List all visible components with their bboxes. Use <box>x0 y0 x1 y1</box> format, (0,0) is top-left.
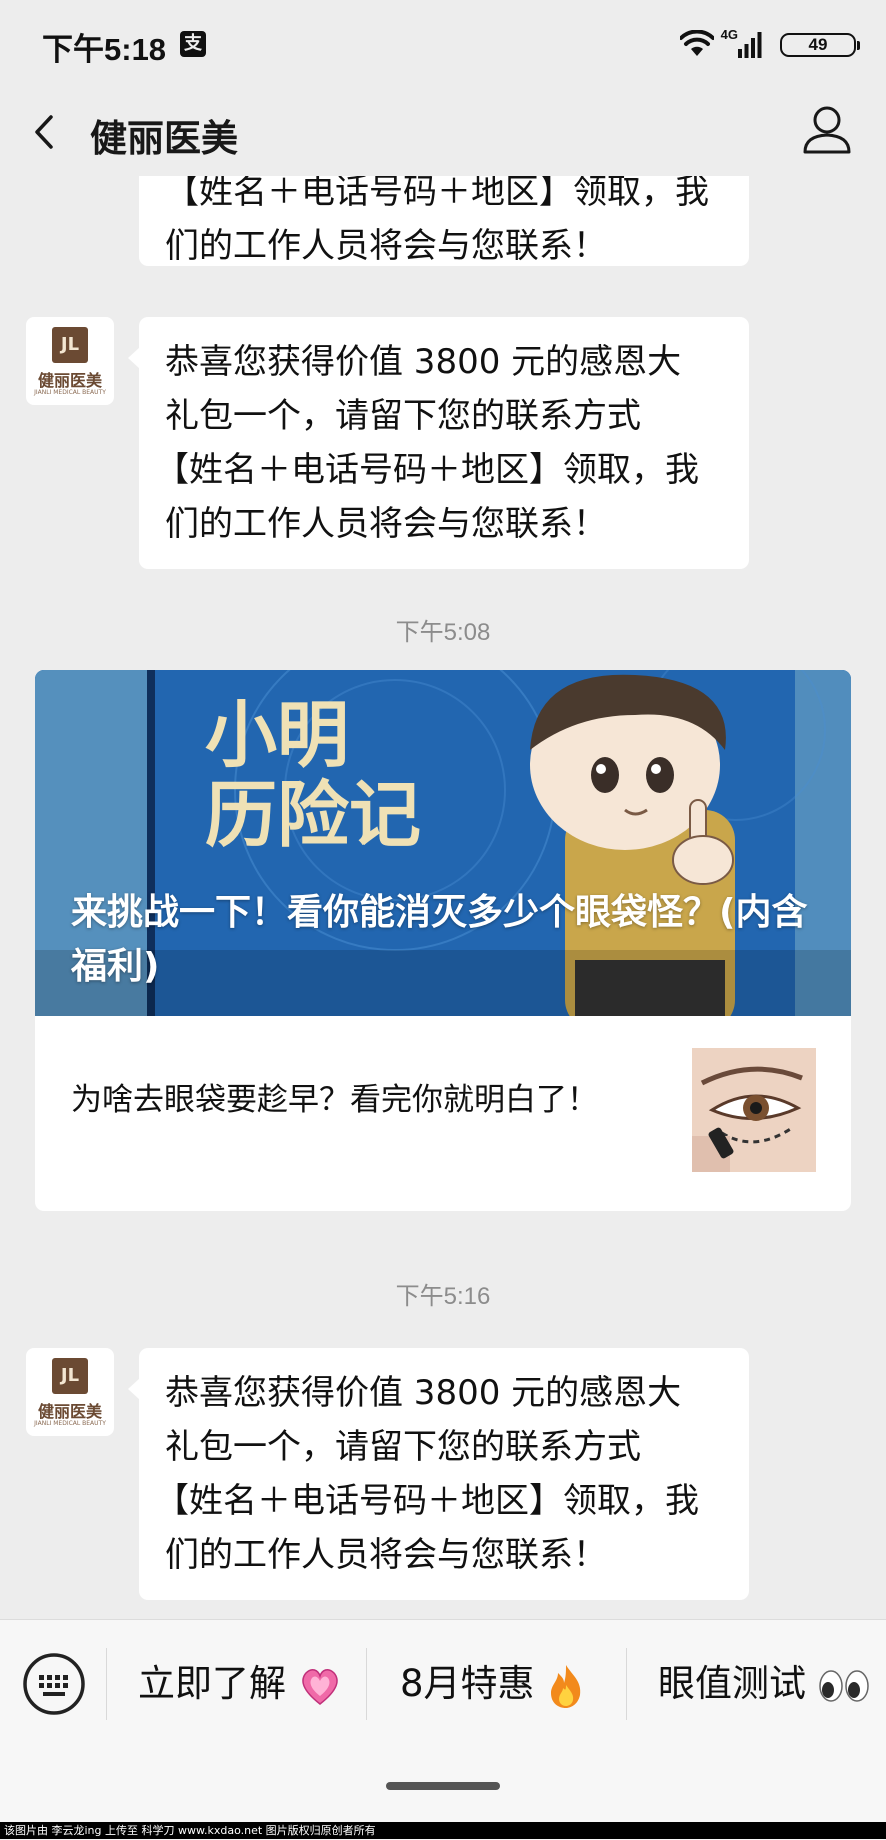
message-line: 【姓名＋电话号码＋地区】领取，我 <box>155 450 699 490</box>
article-title: 来挑战一下！看你能消灭多少个眼袋怪？(内含福利) <box>71 892 808 987</box>
status-indicators: 4G 49 <box>656 26 860 62</box>
chat-title: 健丽医美 <box>90 117 238 160</box>
sender-avatar[interactable]: JL 健丽医美 JIANLI MEDICAL BEAUTY <box>26 1348 114 1436</box>
alipay-notification-icon: 支 <box>180 31 206 57</box>
cover-text-line-2: 历险记 <box>205 773 421 857</box>
menu-divider <box>366 1648 367 1720</box>
article-subtitle[interactable]: 为啥去眼袋要趁早？看完你就明白了！ <box>71 1074 598 1119</box>
watermark-text: 该图片由 李云龙ing 上传至 科学刀 www.kxdao.net 图片版权归原… <box>0 1822 886 1839</box>
avatar-brand-sub: JIANLI MEDICAL BEAUTY <box>34 389 106 396</box>
eye-thumbnail-image <box>692 1048 816 1172</box>
keyboard-toggle-icon[interactable] <box>22 1652 86 1716</box>
timestamp: 下午5:08 <box>395 619 491 646</box>
profile-icon[interactable] <box>796 100 858 162</box>
menu-item-august-special[interactable]: 8月特惠 <box>400 1656 586 1712</box>
menu-item-label: 眼值测试 <box>658 1662 806 1705</box>
article-cover-image[interactable]: 小明 历险记 来挑战一下！看你能消灭多少个眼袋怪？(内含福利) <box>35 670 851 1016</box>
menu-divider <box>106 1648 107 1720</box>
message-line: 恭喜您获得价值 3800 元的感恩大 <box>165 1373 682 1413</box>
battery-icon: 49 <box>780 33 860 57</box>
sender-avatar[interactable]: JL 健丽医美 JIANLI MEDICAL BEAUTY <box>26 317 114 405</box>
message-line: 恭喜您获得价值 3800 元的感恩大 <box>165 342 682 382</box>
message-bubble[interactable]: 恭喜您获得价值 3800 元的感恩大 礼包一个，请留下您的联系方式 【姓名＋电话… <box>128 1348 749 1600</box>
bottom-menu-bar: 立即了解 8月特惠 眼值测试 <box>0 1619 886 1840</box>
heart-icon <box>302 1668 338 1705</box>
brand-logo-mark: JL <box>52 327 88 363</box>
home-indicator[interactable] <box>386 1782 500 1790</box>
chat-message-list[interactable]: 【姓名＋电话号码＋地区】领取，我 们的工作人员将会与您联系！ JL 健丽医美 J… <box>0 176 886 1619</box>
message-line: 们的工作人员将会与您联系！ <box>165 504 607 544</box>
status-time: 下午5:18 <box>42 32 167 67</box>
back-arrow-icon[interactable] <box>28 104 84 160</box>
fire-icon <box>551 1664 581 1708</box>
menu-divider <box>626 1648 627 1720</box>
article-thumbnail[interactable] <box>692 1048 816 1172</box>
status-bar: 下午5:18 支 4G 49 <box>0 0 886 88</box>
message-line: 礼包一个，请留下您的联系方式 <box>165 1427 641 1467</box>
timestamp: 下午5:16 <box>395 1283 491 1310</box>
menu-item-label: 立即了解 <box>138 1662 286 1705</box>
message-bubble[interactable]: 恭喜您获得价值 3800 元的感恩大 礼包一个，请留下您的联系方式 【姓名＋电话… <box>128 317 749 569</box>
avatar-brand-name: 健丽医美 <box>37 1402 102 1421</box>
avatar-brand-sub: JIANLI MEDICAL BEAUTY <box>34 1420 106 1427</box>
cover-text-line-1: 小明 <box>205 693 349 777</box>
message-line: 【姓名＋电话号码＋地区】领取，我 <box>165 176 709 212</box>
article-card[interactable]: 小明 历险记 来挑战一下！看你能消灭多少个眼袋怪？(内含福利) 为啥去眼袋要趁早… <box>35 670 851 1211</box>
navigation-bar: 健丽医美 <box>0 88 886 176</box>
message-line: 们的工作人员将会与您联系！ <box>165 226 607 266</box>
message-bubble[interactable]: 【姓名＋电话号码＋地区】领取，我 们的工作人员将会与您联系！ <box>139 176 749 266</box>
signal-icon <box>738 32 762 58</box>
avatar-brand-name: 健丽医美 <box>37 371 102 390</box>
menu-item-learn-more[interactable]: 立即了解 <box>138 1656 342 1712</box>
menu-item-eye-test[interactable]: 眼值测试 <box>658 1656 870 1712</box>
message-line: 【姓名＋电话号码＋地区】领取，我 <box>155 1481 699 1521</box>
eyes-icon <box>819 1669 869 1702</box>
brand-logo-mark: JL <box>52 1358 88 1394</box>
network-type-label: 4G <box>720 27 738 42</box>
message-line: 们的工作人员将会与您联系！ <box>165 1535 607 1575</box>
wifi-icon <box>680 30 714 56</box>
menu-item-label: 8月特惠 <box>400 1662 535 1705</box>
message-line: 礼包一个，请留下您的联系方式 <box>165 396 641 436</box>
